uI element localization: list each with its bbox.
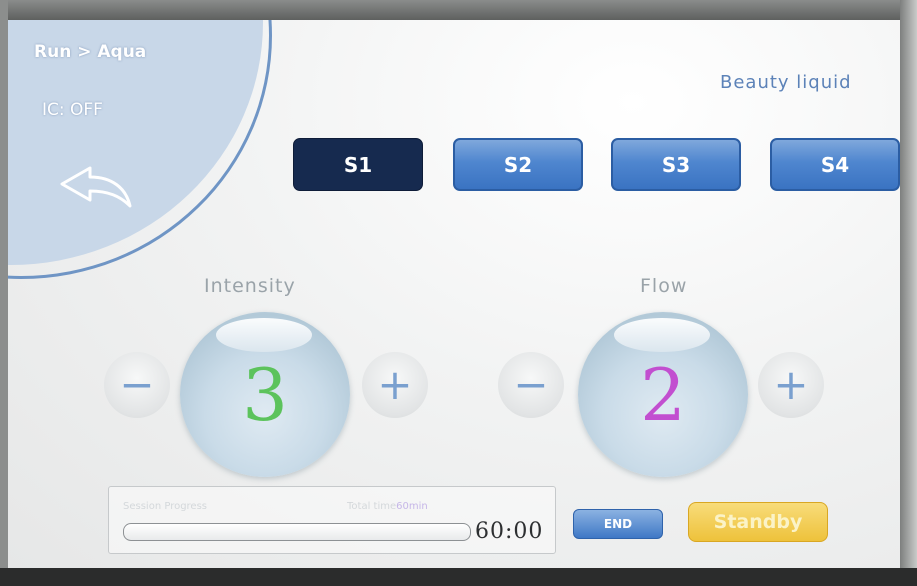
breadcrumb: Run > Aqua xyxy=(34,42,147,62)
back-button[interactable] xyxy=(56,160,136,210)
flow-decrease-button[interactable]: − xyxy=(498,352,564,418)
mode-label: Beauty liquid xyxy=(720,72,852,93)
back-arrow-icon xyxy=(60,166,132,208)
total-time-value: 60min xyxy=(396,501,428,512)
intensity-increase-button[interactable]: + xyxy=(362,352,428,418)
flow-dial-highlight xyxy=(614,318,710,352)
touch-screen: Run > Aqua IC: OFF Beauty liquid S1 S2 S… xyxy=(8,20,900,568)
solution-button-s2[interactable]: S2 xyxy=(453,138,583,191)
flow-dial: 2 xyxy=(578,312,748,477)
session-progress-bar xyxy=(123,523,471,541)
total-time-label: Total time60min xyxy=(347,501,428,512)
solution-button-s4[interactable]: S4 xyxy=(770,138,900,191)
flow-label: Flow xyxy=(640,275,688,297)
session-progress-panel: Session Progress Total time60min 60:00 xyxy=(108,486,556,554)
flow-increase-button[interactable]: + xyxy=(758,352,824,418)
intensity-value: 3 xyxy=(242,353,288,437)
intensity-dial-highlight xyxy=(216,318,312,352)
solution-button-s3[interactable]: S3 xyxy=(611,138,741,191)
device-bezel-right xyxy=(900,0,917,586)
total-time-caption: Total time xyxy=(347,501,397,512)
intensity-label: Intensity xyxy=(204,275,296,297)
flow-value: 2 xyxy=(640,353,686,437)
end-button[interactable]: END xyxy=(573,509,663,539)
time-remaining: 60:00 xyxy=(475,519,544,544)
device-bezel-bottom xyxy=(0,568,917,586)
intensity-decrease-button[interactable]: − xyxy=(104,352,170,418)
device-bezel-top xyxy=(0,0,917,20)
device-bezel-left xyxy=(0,0,8,586)
standby-button[interactable]: Standby xyxy=(688,502,828,542)
solution-button-s1[interactable]: S1 xyxy=(293,138,423,191)
session-progress-label: Session Progress xyxy=(123,501,208,512)
ic-status: IC: OFF xyxy=(42,100,103,120)
intensity-dial: 3 xyxy=(180,312,350,477)
